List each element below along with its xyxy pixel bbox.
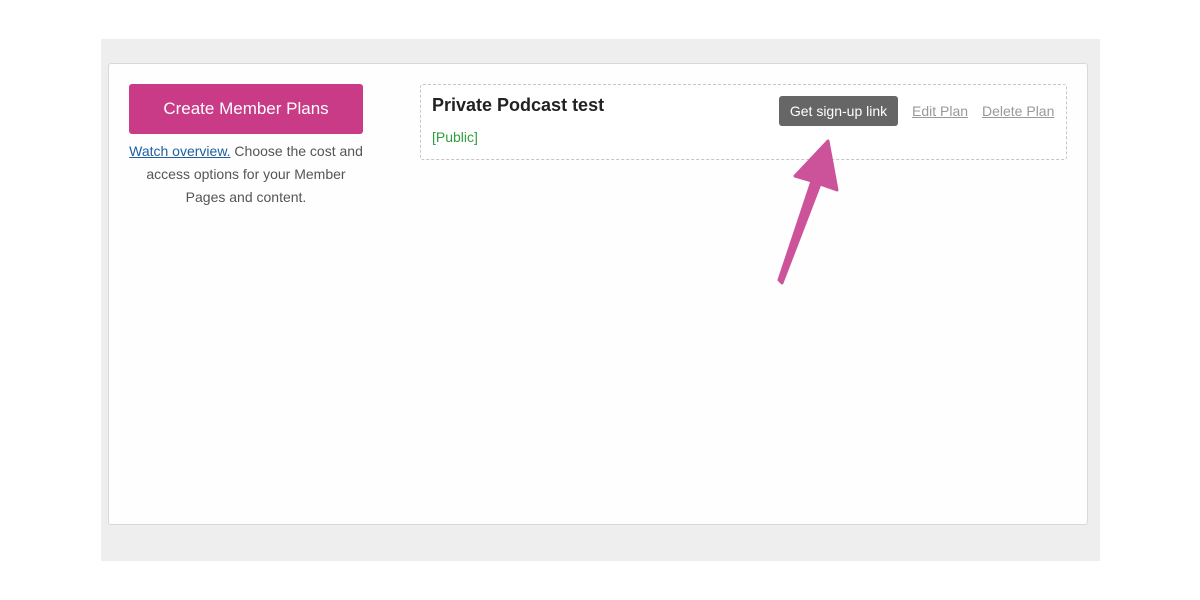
watch-overview-link[interactable]: Watch overview. bbox=[129, 143, 230, 159]
plan-title: Private Podcast test bbox=[432, 95, 605, 115]
plan-status-badge: [Public] bbox=[432, 129, 478, 145]
help-text: Watch overview. Choose the cost and acce… bbox=[126, 140, 366, 209]
get-sign-up-link-button[interactable]: Get sign-up link bbox=[779, 96, 898, 126]
edit-plan-link[interactable]: Edit Plan bbox=[912, 103, 968, 119]
delete-plan-link[interactable]: Delete Plan bbox=[982, 103, 1054, 119]
plan-card: Private Podcast test [Public] Get sign-u… bbox=[420, 84, 1067, 160]
create-member-plans-button[interactable]: Create Member Plans bbox=[129, 84, 363, 134]
